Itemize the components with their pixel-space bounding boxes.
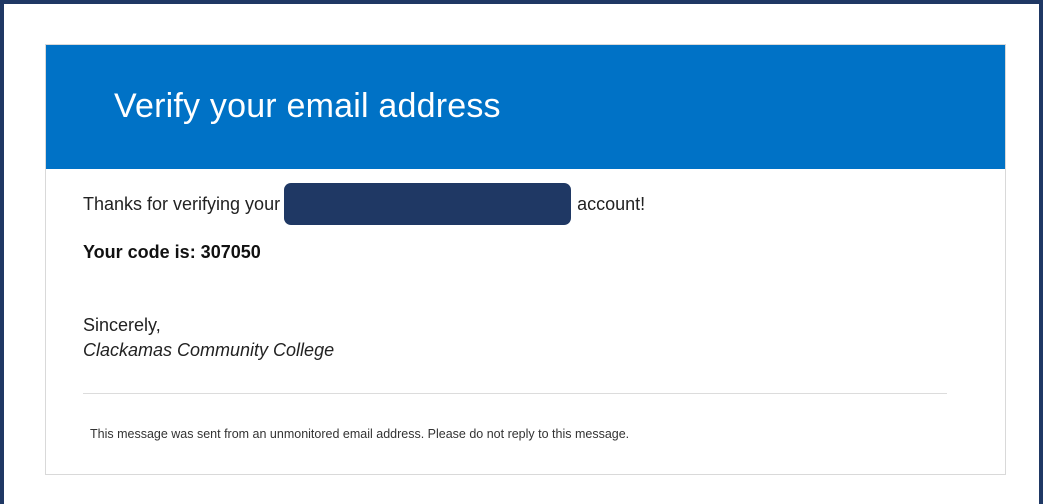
redaction-block <box>284 183 572 225</box>
sign-off: Sincerely, <box>83 315 161 335</box>
thanks-prefix: Thanks for verifying your <box>83 193 281 214</box>
email-card: Verify your email address Thanks for ver… <box>45 44 1006 475</box>
footer-note: This message was sent from an unmonitore… <box>90 427 630 441</box>
thanks-line: Thanks for verifying your account! <box>83 183 645 225</box>
email-title: Verify your email address <box>114 87 501 125</box>
divider <box>83 393 947 394</box>
email-header-banner: Verify your email address <box>46 45 1005 169</box>
verification-code: Your code is: 307050 <box>83 242 261 262</box>
email-body: Thanks for verifying your account! Your … <box>83 169 947 474</box>
organization-name: Clackamas Community College <box>83 340 335 360</box>
thanks-suffix: account! <box>577 193 646 214</box>
screenshot-frame: Verify your email address Thanks for ver… <box>0 0 1043 504</box>
